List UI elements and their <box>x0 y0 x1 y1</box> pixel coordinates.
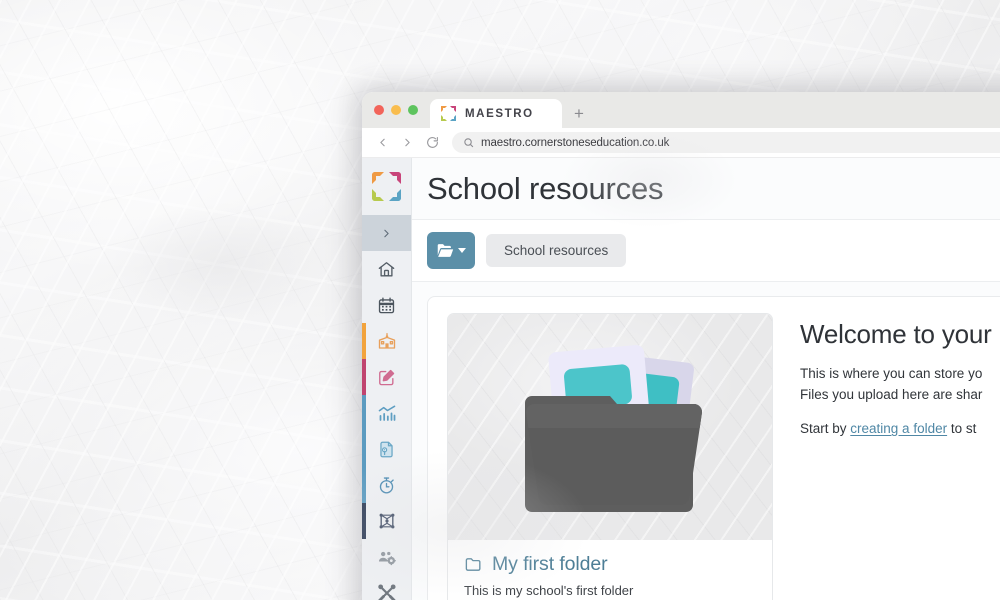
welcome-line-2: Files you upload here are shar <box>800 387 983 402</box>
app-viewport: School resources School resources My fir… <box>362 158 1000 600</box>
sidebar-item-planning[interactable] <box>362 359 411 395</box>
page-header: School resources <box>412 158 1000 220</box>
sidebar-item-users[interactable] <box>362 539 411 575</box>
main-content: School resources School resources My fir… <box>412 158 1000 600</box>
folder-card-title: My first folder <box>492 553 608 575</box>
tools-icon <box>377 583 397 600</box>
sidebar-item-analytics[interactable] <box>362 395 411 431</box>
desktop-background: MAESTRO + maestro.cornerstoneseducation.… <box>0 0 1000 600</box>
folder-card-description: This is my school's first folder <box>464 583 634 598</box>
folder-outline-icon <box>464 555 483 574</box>
folder-card[interactable]: My first folder This is my school's firs… <box>447 313 773 600</box>
sidebar-item-curriculum[interactable] <box>362 503 411 539</box>
maestro-logo-icon <box>372 172 401 201</box>
sidebar-item-tools[interactable] <box>362 575 411 600</box>
sidebar-accent-school <box>362 323 366 359</box>
create-folder-link[interactable]: creating a folder <box>850 421 947 436</box>
chevron-down-icon <box>458 248 466 253</box>
new-tab-button[interactable]: + <box>566 99 592 128</box>
welcome-heading: Welcome to your <box>800 319 992 349</box>
document-pin-icon <box>377 440 396 459</box>
sidebar-item-evidence[interactable] <box>362 431 411 467</box>
new-folder-button[interactable] <box>427 232 475 269</box>
minimize-window-button[interactable] <box>391 105 401 115</box>
welcome-cta-suffix: to st <box>947 421 977 436</box>
network-cube-icon <box>377 511 397 531</box>
browser-window: MAESTRO + maestro.cornerstoneseducation.… <box>362 92 1000 600</box>
sidebar-accent-timer <box>362 467 366 503</box>
sidebar-item-timer[interactable] <box>362 467 411 503</box>
welcome-cta: Start by creating a folder to st <box>800 418 1000 439</box>
page-title: School resources <box>427 170 664 206</box>
folder-card-thumbnail <box>448 314 772 540</box>
stopwatch-icon <box>377 476 396 495</box>
folder-card-body: My first folder This is my school's firs… <box>448 540 772 600</box>
pencil-square-icon <box>377 368 396 387</box>
browser-tab[interactable]: MAESTRO <box>430 99 562 128</box>
content-area: My first folder This is my school's firs… <box>412 282 1000 600</box>
sidebar-accent-evidence <box>362 431 366 467</box>
chart-bar-icon <box>377 403 397 423</box>
welcome-panel: Welcome to your This is where you can st… <box>773 297 1000 600</box>
maximize-window-button[interactable] <box>408 105 418 115</box>
welcome-spacer <box>800 405 1000 418</box>
folder-with-documents-illustration <box>525 345 703 512</box>
sidebar-item-calendar[interactable] <box>362 287 411 323</box>
people-gear-icon <box>376 547 397 568</box>
address-bar[interactable]: maestro.cornerstoneseducation.co.uk <box>452 132 1000 153</box>
welcome-cta-prefix: Start by <box>800 421 851 436</box>
home-icon <box>377 260 396 279</box>
sidebar-expand-button[interactable] <box>362 215 411 251</box>
resources-panel: My first folder This is my school's firs… <box>427 296 1000 600</box>
address-bar-url: maestro.cornerstoneseducation.co.uk <box>481 136 670 149</box>
content-toolbar: School resources <box>412 220 1000 282</box>
chevron-right-icon <box>384 229 389 237</box>
reload-icon[interactable] <box>422 132 443 153</box>
open-folder-icon <box>436 241 455 260</box>
welcome-line-1: This is where you can store yo <box>800 366 983 381</box>
browser-tab-title: MAESTRO <box>465 107 534 120</box>
search-icon <box>463 137 474 148</box>
sidebar-accent-planning <box>362 359 366 395</box>
sidebar-item-home[interactable] <box>362 251 411 287</box>
school-building-icon <box>377 331 397 351</box>
close-window-button[interactable] <box>374 105 384 115</box>
folder-card-title-row[interactable]: My first folder <box>464 553 756 576</box>
browser-tab-strip: MAESTRO + <box>362 92 1000 128</box>
browser-toolbar: maestro.cornerstoneseducation.co.uk <box>362 128 1000 158</box>
sidebar-accent-analytics <box>362 395 366 431</box>
breadcrumb[interactable]: School resources <box>486 234 627 267</box>
calendar-icon <box>377 296 396 315</box>
maestro-logo-icon <box>441 106 456 121</box>
sidebar-item-school[interactable] <box>362 323 411 359</box>
forward-icon[interactable] <box>397 132 418 153</box>
sidebar-accent-curriculum <box>362 503 366 539</box>
back-icon[interactable] <box>372 132 393 153</box>
window-controls <box>374 92 430 128</box>
sidebar-logo[interactable] <box>362 158 411 215</box>
sidebar-rail <box>362 158 412 600</box>
